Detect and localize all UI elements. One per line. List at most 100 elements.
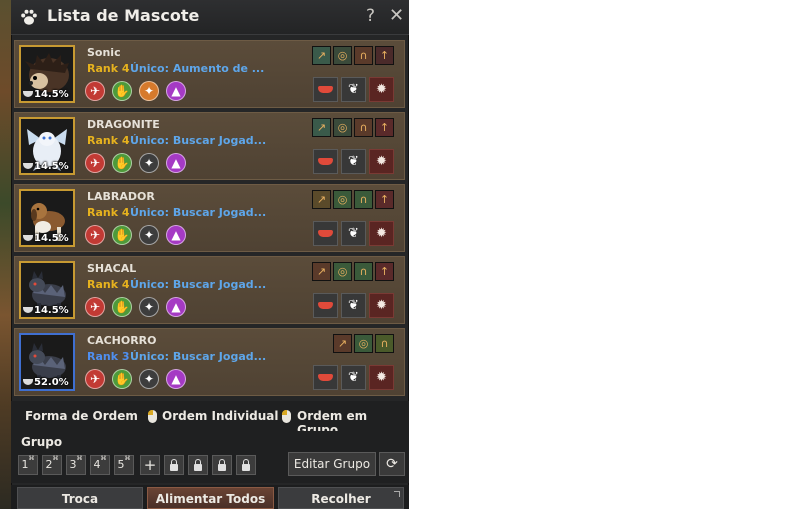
hunger-value: 14.5%	[34, 233, 69, 244]
pet-portrait[interactable]: 52.0%	[19, 333, 75, 391]
attack-skill-icon[interactable]: ✈	[85, 81, 105, 101]
pet-info-button[interactable]: ❦	[341, 77, 366, 102]
pet-rank: Rank 4	[87, 206, 130, 219]
collect-button[interactable]: Recolher	[278, 487, 404, 509]
feed-pet-button[interactable]	[313, 221, 338, 246]
unseal-pet-button[interactable]: ✹	[369, 149, 394, 174]
edit-group-button[interactable]: Editar Grupo	[288, 452, 376, 476]
hunger-value: 14.5%	[34, 89, 69, 100]
food-bowl-icon	[23, 379, 33, 385]
feed-pet-button[interactable]	[313, 149, 338, 174]
group-slot-2-button[interactable]: 2⌘	[42, 455, 62, 475]
unseal-pet-button[interactable]: ✹	[369, 221, 394, 246]
group-slot-3-button[interactable]: 3⌘	[66, 455, 86, 475]
locked-slot-3[interactable]	[212, 455, 232, 475]
attack-skill-icon[interactable]: ✈	[85, 153, 105, 173]
star-skill-icon[interactable]: ✦	[139, 225, 159, 245]
pet-skill-icons: ↗ ◎ ∩ ↑	[310, 118, 394, 138]
mouse-left-click-icon	[148, 410, 157, 423]
pet-row[interactable]: 14.5% DRAGONITE Rank 4 Único: Buscar Jogad.…	[14, 112, 405, 180]
hand-skill-icon[interactable]: ✋	[112, 153, 132, 173]
group-slot-1-button[interactable]: 1⌘	[18, 455, 38, 475]
pet-skill-icon[interactable]: ↗	[333, 334, 352, 353]
help-button[interactable]: ?	[366, 6, 375, 26]
hand-skill-icon[interactable]: ✋	[112, 369, 132, 389]
feed-all-button[interactable]: Alimentar Todos	[147, 487, 274, 509]
pet-portrait[interactable]: 14.5%	[19, 45, 75, 103]
title-bar[interactable]: Lista de Mascote ? ✕	[11, 0, 409, 35]
close-button[interactable]: ✕	[389, 5, 404, 26]
attack-skill-icon[interactable]: ✈	[85, 225, 105, 245]
pet-ability-icons: ✈ ✋ ✦ ▲	[85, 225, 193, 247]
hand-skill-icon[interactable]: ✋	[112, 297, 132, 317]
group-slot-4-button[interactable]: 4⌘	[90, 455, 110, 475]
pet-skill-icon[interactable]: ∩	[354, 118, 373, 137]
pet-skill-icon[interactable]: ◎	[333, 46, 352, 65]
pet-skill-icon[interactable]: ◎	[354, 334, 373, 353]
seal-icon: ✹	[376, 370, 387, 385]
feed-pet-button[interactable]	[313, 365, 338, 390]
pet-skill-icon[interactable]: ↗	[312, 262, 331, 281]
pet-skill-icon[interactable]: ↑	[375, 46, 394, 65]
pet-skill-icon[interactable]: ∩	[375, 334, 394, 353]
pet-row[interactable]: 52.0% CACHORRO Rank 3 Único: Buscar Jogad..…	[14, 328, 405, 396]
pet-list-window: Lista de Mascote ? ✕ 14.5% Sonic Rank 4 Úni…	[11, 0, 409, 509]
unseal-pet-button[interactable]: ✹	[369, 77, 394, 102]
add-group-button[interactable]: +	[140, 455, 160, 475]
refresh-button[interactable]: ⟳	[379, 452, 405, 476]
group-slot-number: 3	[69, 458, 77, 471]
hand-skill-icon[interactable]: ✋	[112, 81, 132, 101]
attack-skill-icon[interactable]: ✈	[85, 369, 105, 389]
pet-skill-icon[interactable]: ◎	[333, 190, 352, 209]
potion-skill-icon[interactable]: ▲	[166, 81, 186, 101]
potion-skill-icon[interactable]: ▲	[166, 225, 186, 245]
locked-slot-1[interactable]	[164, 455, 184, 475]
star-skill-icon[interactable]: ✦	[139, 153, 159, 173]
pet-skill-icon[interactable]: ↗	[312, 46, 331, 65]
potion-skill-icon[interactable]: ▲	[166, 369, 186, 389]
pet-ability-icons: ✈ ✋ ✦ ▲	[85, 297, 193, 319]
locked-slot-4[interactable]	[236, 455, 256, 475]
attack-skill-icon[interactable]: ✈	[85, 297, 105, 317]
star-skill-icon[interactable]: ✦	[139, 81, 159, 101]
feed-pet-button[interactable]	[313, 77, 338, 102]
pet-skill-icon[interactable]: ↗	[312, 118, 331, 137]
pet-name: SHACAL	[87, 262, 137, 275]
group-slot-5-button[interactable]: 5⌘	[114, 455, 134, 475]
potion-skill-icon[interactable]: ▲	[166, 297, 186, 317]
hand-skill-icon[interactable]: ✋	[112, 225, 132, 245]
locked-slot-2[interactable]	[188, 455, 208, 475]
food-bowl-icon	[23, 91, 33, 97]
pet-row[interactable]: 14.5% Sonic Rank 4 Único: Aumento de ... ✈ ✋ ✦…	[14, 40, 405, 108]
pet-portrait[interactable]: 14.5%	[19, 261, 75, 319]
star-skill-icon[interactable]: ✦	[139, 297, 159, 317]
seal-icon: ✹	[376, 154, 387, 169]
pet-skill-icon[interactable]: ∩	[354, 190, 373, 209]
pet-skill-icon[interactable]: ↑	[375, 118, 394, 137]
pet-skill-icon[interactable]: ∩	[354, 46, 373, 65]
unseal-pet-button[interactable]: ✹	[369, 365, 394, 390]
potion-skill-icon[interactable]: ▲	[166, 153, 186, 173]
pet-skill-icon[interactable]: ∩	[354, 262, 373, 281]
pet-portrait[interactable]: 14.5%	[19, 117, 75, 175]
hunger-value: 14.5%	[34, 305, 69, 316]
pet-skill-icon[interactable]: ◎	[333, 118, 352, 137]
pet-info-button[interactable]: ❦	[341, 293, 366, 318]
pet-portrait[interactable]: 14.5%	[19, 189, 75, 247]
pet-info-button[interactable]: ❦	[341, 149, 366, 174]
pet-info-button[interactable]: ❦	[341, 365, 366, 390]
pet-skill-icon[interactable]: ◎	[333, 262, 352, 281]
lock-icon	[194, 459, 202, 471]
pet-rank: Rank 3	[87, 350, 130, 363]
trade-button[interactable]: Troca	[17, 487, 143, 509]
group-slot-number: 1	[21, 458, 29, 471]
pet-skill-icon[interactable]: ↑	[375, 262, 394, 281]
star-skill-icon[interactable]: ✦	[139, 369, 159, 389]
pet-info-button[interactable]: ❦	[341, 221, 366, 246]
unseal-pet-button[interactable]: ✹	[369, 293, 394, 318]
pet-skill-icon[interactable]: ↑	[375, 190, 394, 209]
pet-skill-icon[interactable]: ↗	[312, 190, 331, 209]
feed-pet-button[interactable]	[313, 293, 338, 318]
pet-row[interactable]: 14.5% SHACAL Rank 4 Único: Buscar Jogad... ✈…	[14, 256, 405, 324]
pet-row[interactable]: 14.5% LABRADOR Rank 4 Único: Buscar Jogad..…	[14, 184, 405, 252]
